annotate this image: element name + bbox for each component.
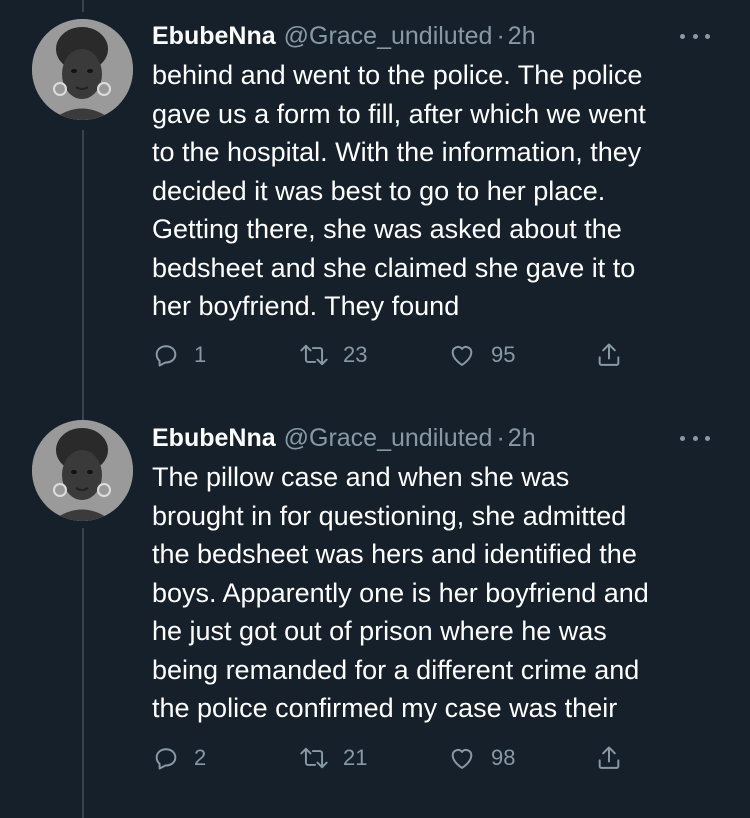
tweet-header: EbubeNna @Grace_undiluted · 2h (152, 420, 536, 456)
timestamp[interactable]: 2h (508, 424, 536, 453)
tweet[interactable]: EbubeNna @Grace_undiluted · 2h The pillo… (0, 400, 750, 818)
author-name[interactable]: EbubeNna (152, 22, 276, 51)
author-name[interactable]: EbubeNna (152, 424, 276, 453)
like-button[interactable]: 98 (447, 740, 515, 776)
share-button[interactable] (595, 740, 623, 776)
timestamp[interactable]: 2h (508, 22, 536, 51)
avatar-photo (32, 19, 133, 120)
more-dots-icon[interactable] (680, 428, 710, 448)
share-button[interactable] (595, 337, 623, 373)
like-count: 98 (491, 745, 516, 770)
tweet-header: EbubeNna @Grace_undiluted · 2h (152, 18, 536, 54)
avatar-photo (32, 420, 133, 521)
reply-icon (155, 748, 177, 770)
share-icon (598, 343, 620, 366)
like-count: 95 (491, 342, 516, 367)
heart-icon (451, 749, 473, 769)
reply-count: 1 (194, 342, 207, 367)
reply-button[interactable]: 1 (152, 337, 206, 373)
retweet-count: 21 (343, 745, 368, 770)
author-handle[interactable]: @Grace_undiluted (284, 424, 493, 453)
retweet-icon (300, 344, 328, 366)
reply-count: 2 (194, 745, 207, 770)
author-handle[interactable]: @Grace_undiluted (284, 22, 493, 51)
tweet[interactable]: EbubeNna @Grace_undiluted · 2h behind an… (0, 0, 750, 400)
more-dots-icon[interactable] (680, 26, 710, 46)
tweet-actions: 1 23 95 (152, 337, 652, 373)
retweet-button[interactable]: 21 (299, 740, 367, 776)
retweet-button[interactable]: 23 (299, 337, 367, 373)
heart-icon (451, 346, 473, 366)
tweet-text: The pillow case and when she was brought… (152, 462, 649, 723)
reply-icon (155, 345, 177, 367)
separator: · (496, 423, 505, 452)
tweet-actions: 2 21 98 (152, 740, 652, 776)
retweet-icon (300, 747, 328, 769)
avatar[interactable] (32, 19, 133, 120)
separator: · (496, 21, 505, 50)
tweet-text: behind and went to the police. The polic… (152, 60, 646, 321)
retweet-count: 23 (343, 342, 368, 367)
avatar[interactable] (32, 420, 133, 521)
like-button[interactable]: 95 (447, 337, 515, 373)
reply-button[interactable]: 2 (152, 740, 206, 776)
share-icon (598, 746, 620, 769)
